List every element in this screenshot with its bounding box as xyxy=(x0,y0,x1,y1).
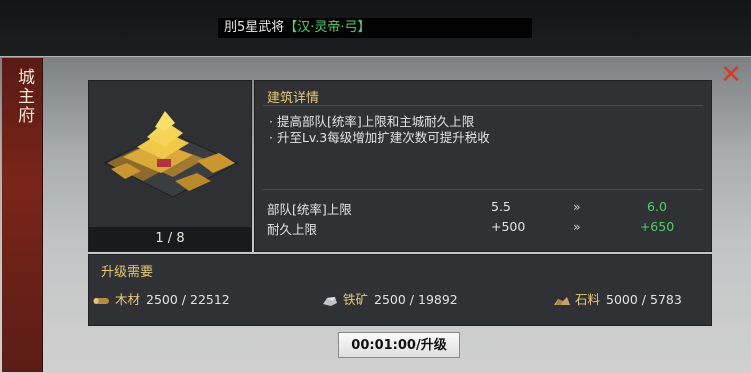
notice-prefix: 刖5星武将 xyxy=(224,20,285,35)
stat-label: 耐久上限 xyxy=(267,222,318,237)
side-banner: 城主府 xyxy=(2,58,43,372)
resource-name: 木材 xyxy=(115,292,141,307)
resource-name: 石料 xyxy=(575,292,601,307)
stone-icon xyxy=(554,296,570,305)
upgrade-button[interactable]: 00:01:00/升级 xyxy=(338,332,460,358)
stat-current: 5.5 xyxy=(491,199,511,214)
details-panel: 建筑详情 · 提高部队[统率]上限和主城耐久上限 · 升至Lv.3每级增加扩建次… xyxy=(254,80,712,252)
stat-next: 6.0 xyxy=(647,199,667,214)
panel-title: 城主府 xyxy=(14,68,34,125)
requirements-panel: 升级需要 木材 2500 / 22512 铁矿 2500 / 19892 石料 500… xyxy=(88,254,712,326)
resource-amount: 2500 / 19892 xyxy=(374,292,458,307)
notice-banner: 刖5星武将【汉·灵帝·弓】 xyxy=(218,18,532,38)
resource-amount: 5000 / 5783 xyxy=(606,292,682,307)
description-line: · 升至Lv.3每级增加扩建次数可提升税收 xyxy=(269,130,490,145)
wood-icon xyxy=(93,297,109,304)
stat-next: +650 xyxy=(639,219,675,234)
resource-name: 铁矿 xyxy=(343,292,369,307)
divider xyxy=(263,189,703,190)
building-count: 1 / 8 xyxy=(89,227,251,251)
details-title: 建筑详情 xyxy=(267,91,320,106)
resource-iron-ore: 铁矿 2500 / 19892 xyxy=(321,289,458,307)
resource-wood: 木材 2500 / 22512 xyxy=(93,289,230,307)
building-image-box: 1 / 8 xyxy=(88,80,252,252)
stat-label: 部队[统率]上限 xyxy=(267,202,352,217)
stat-row-durability-cap: 耐久上限 +500 » +650 xyxy=(255,219,711,239)
stat-current: +500 xyxy=(491,219,526,234)
stat-row-command-cap: 部队[统率]上限 5.5 » 6.0 xyxy=(255,199,711,219)
resource-stone: 石料 5000 / 5783 xyxy=(553,289,682,307)
arrow-icon: » xyxy=(573,199,581,214)
iron-ore-icon xyxy=(323,296,337,306)
close-icon[interactable]: ✕ xyxy=(720,62,742,88)
notice-highlight: 【汉·灵帝·弓】 xyxy=(284,20,371,35)
requirements-title: 升级需要 xyxy=(101,265,154,280)
palace-icon xyxy=(103,111,239,198)
divider xyxy=(263,105,703,106)
resource-amount: 2500 / 22512 xyxy=(146,292,230,307)
arrow-icon: » xyxy=(573,219,581,234)
